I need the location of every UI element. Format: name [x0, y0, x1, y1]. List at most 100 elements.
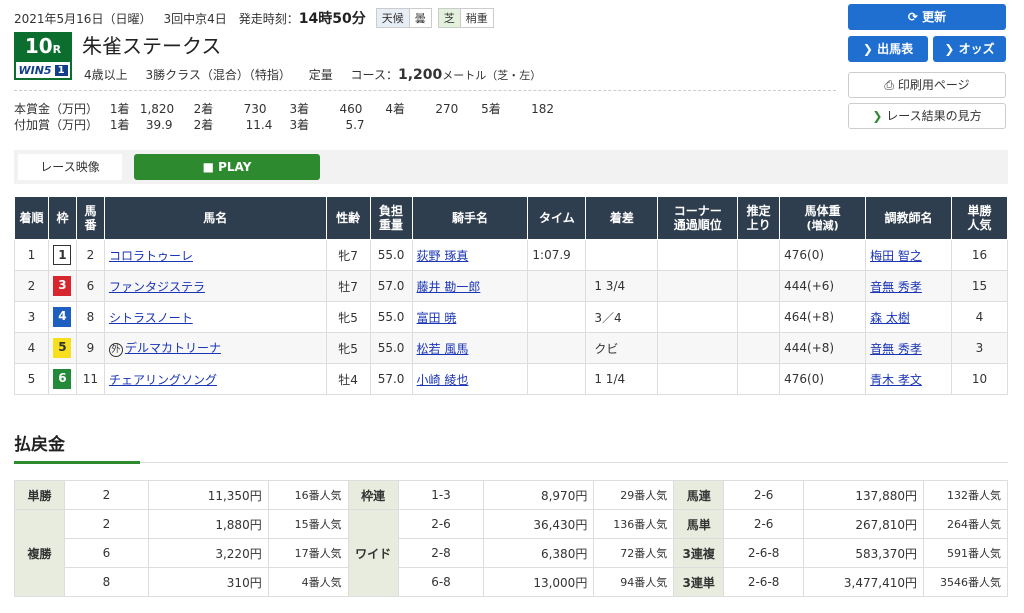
howto-button[interactable]: ❯ レース結果の見方	[848, 103, 1006, 129]
trainer-link[interactable]: 森 太樹	[870, 311, 910, 325]
horse-link[interactable]: ファンタジステラ	[109, 280, 205, 294]
play-button[interactable]: ■ PLAY	[134, 154, 320, 180]
horse-link[interactable]: シトラスノート	[109, 311, 193, 325]
pop-cell: 264番人気	[922, 509, 1009, 539]
course-distance: 1,200	[397, 67, 443, 83]
payout-divider	[14, 462, 1008, 463]
pop-cell: 17番人気	[267, 538, 349, 568]
race-meeting: 3回中京4日	[163, 11, 227, 26]
col-jockey: 騎手名	[411, 196, 529, 240]
table-row: 2 3 6 ファンタジステラ 牡7 57.0 藤井 勘一郎 1 3/4 444(…	[14, 270, 1009, 302]
col-weight: 負担 重量	[369, 196, 413, 240]
horse-link[interactable]: デルマカトリーナ	[125, 341, 221, 355]
sex-age-cell: 牝5	[325, 332, 371, 364]
prize-extra: 付加賞（万円） 1着 39.9 2着 11.4 3着 5.7	[14, 118, 365, 132]
pop-cell: 132番人気	[922, 480, 1009, 510]
trainer-cell: 音無 秀孝	[865, 270, 952, 302]
col-margin: 着差	[585, 196, 659, 240]
combo-cell: 2	[63, 480, 149, 510]
margin-cell: クビ	[585, 332, 659, 364]
pop-cell: 72番人気	[593, 538, 675, 568]
finish-cell: 4	[14, 332, 49, 364]
horse-link[interactable]: コロラトゥーレ	[109, 249, 193, 263]
frame-cell: 4	[47, 301, 77, 333]
last-cell	[737, 363, 781, 395]
time-cell	[527, 332, 587, 364]
jockey-link[interactable]: 小崎 綾也	[417, 373, 469, 387]
frame-cell: 3	[47, 270, 77, 302]
amount-cell: 3,220円	[147, 538, 269, 568]
race-title: 朱雀ステークス	[82, 34, 222, 58]
wide-label: ワイド	[347, 509, 399, 597]
jockey-cell: 藤井 勘一郎	[411, 270, 529, 302]
finish-cell: 1	[14, 239, 49, 271]
popularity-cell: 15	[950, 270, 1009, 302]
results-header-row: 着順 枠 馬番 馬名 性齢 負担 重量 騎手名 タイム 着差 コーナー 通過順位 推…	[14, 196, 1009, 240]
finish-cell: 5	[14, 363, 49, 395]
body-weight-cell: 476(0)	[779, 239, 867, 271]
time-cell	[527, 363, 587, 395]
amount-cell: 8,970円	[483, 480, 595, 510]
horse-link[interactable]: チェアリングソング	[109, 373, 217, 387]
body-weight-cell: 464(+8)	[779, 301, 867, 333]
print-page-button[interactable]: ⎙ 印刷用ページ	[848, 72, 1006, 98]
race-info-line: 2021年5月16日（日曜） 3回中京4日 発走時刻： 14時50分 天候 曇 …	[14, 8, 494, 28]
wakuren-label: 枠連	[347, 480, 399, 510]
jockey-link[interactable]: 藤井 勘一郎	[417, 280, 481, 294]
trainer-cell: 森 太樹	[865, 301, 952, 333]
refresh-button[interactable]: ⟳ 更新	[848, 4, 1006, 30]
trio-label: 3連複	[673, 538, 725, 568]
col-popularity: 単勝 人気	[950, 196, 1009, 240]
combo-cell: 8	[63, 567, 149, 597]
pop-cell: 3546番人気	[922, 567, 1009, 597]
payout-row: 6 3,220円 17番人気 2-8 6,380円 72番人気 3連複 2-6-…	[15, 538, 1009, 568]
col-frame: 枠	[47, 196, 77, 240]
trainer-cell: 青木 孝文	[865, 363, 952, 395]
number-cell: 6	[75, 270, 105, 302]
frame-badge: 4	[53, 307, 72, 327]
col-horse: 馬名	[103, 196, 327, 240]
time-cell	[527, 301, 587, 333]
race-conditions: 4歳以上 3勝クラス（混合）（特指） 定量 コース：1,200メートル（芝・左）	[84, 66, 555, 83]
track-label: 芝	[438, 9, 460, 27]
col-last: 推定 上り	[737, 196, 781, 240]
trainer-link[interactable]: 音無 秀孝	[870, 280, 922, 294]
popularity-cell: 16	[950, 239, 1009, 271]
race-number: 10R	[14, 32, 72, 60]
refresh-icon: ⟳	[907, 10, 923, 24]
trainer-link[interactable]: 音無 秀孝	[870, 342, 922, 356]
entries-button[interactable]: ❯ 出馬表	[848, 36, 928, 62]
margin-cell: 1 1/4	[585, 363, 659, 395]
trainer-cell: 音無 秀孝	[865, 332, 952, 364]
combo-cell: 2-6-8	[723, 567, 805, 597]
trifecta-label: 3連単	[673, 567, 725, 597]
body-weight-cell: 444(+6)	[779, 270, 867, 302]
horse-cell: チェアリングソング	[103, 363, 327, 395]
odds-button[interactable]: ❯ オッズ	[933, 36, 1006, 62]
umaren-label: 馬連	[673, 480, 725, 510]
combo-cell: 1-3	[397, 480, 485, 510]
payout-title: 払戻金	[14, 435, 65, 455]
jockey-link[interactable]: 荻野 琢真	[417, 249, 469, 263]
amount-cell: 267,810円	[803, 509, 924, 539]
time-cell	[527, 270, 587, 302]
jockey-link[interactable]: 松若 風馬	[417, 342, 469, 356]
trainer-link[interactable]: 青木 孝文	[870, 373, 922, 387]
number-cell: 2	[75, 239, 105, 271]
corner-cell	[657, 301, 739, 333]
fukusho-label: 複勝	[14, 509, 65, 597]
amount-cell: 583,370円	[803, 538, 924, 568]
frame-badge: 1	[53, 245, 72, 265]
popularity-cell: 4	[950, 301, 1009, 333]
combo-cell: 2-6-8	[723, 538, 805, 568]
horse-cell: シトラスノート	[103, 301, 327, 333]
weather-value: 曇	[408, 9, 431, 27]
race-video-label: レース映像	[18, 154, 122, 180]
col-time: タイム	[527, 196, 587, 240]
weight-cell: 57.0	[369, 363, 413, 395]
combo-cell: 2-6	[723, 509, 805, 539]
course-label: コース：	[350, 68, 398, 82]
post-time-label: 発走時刻：	[238, 11, 299, 26]
trainer-link[interactable]: 梅田 智之	[870, 249, 922, 263]
jockey-link[interactable]: 富田 暁	[417, 311, 457, 325]
